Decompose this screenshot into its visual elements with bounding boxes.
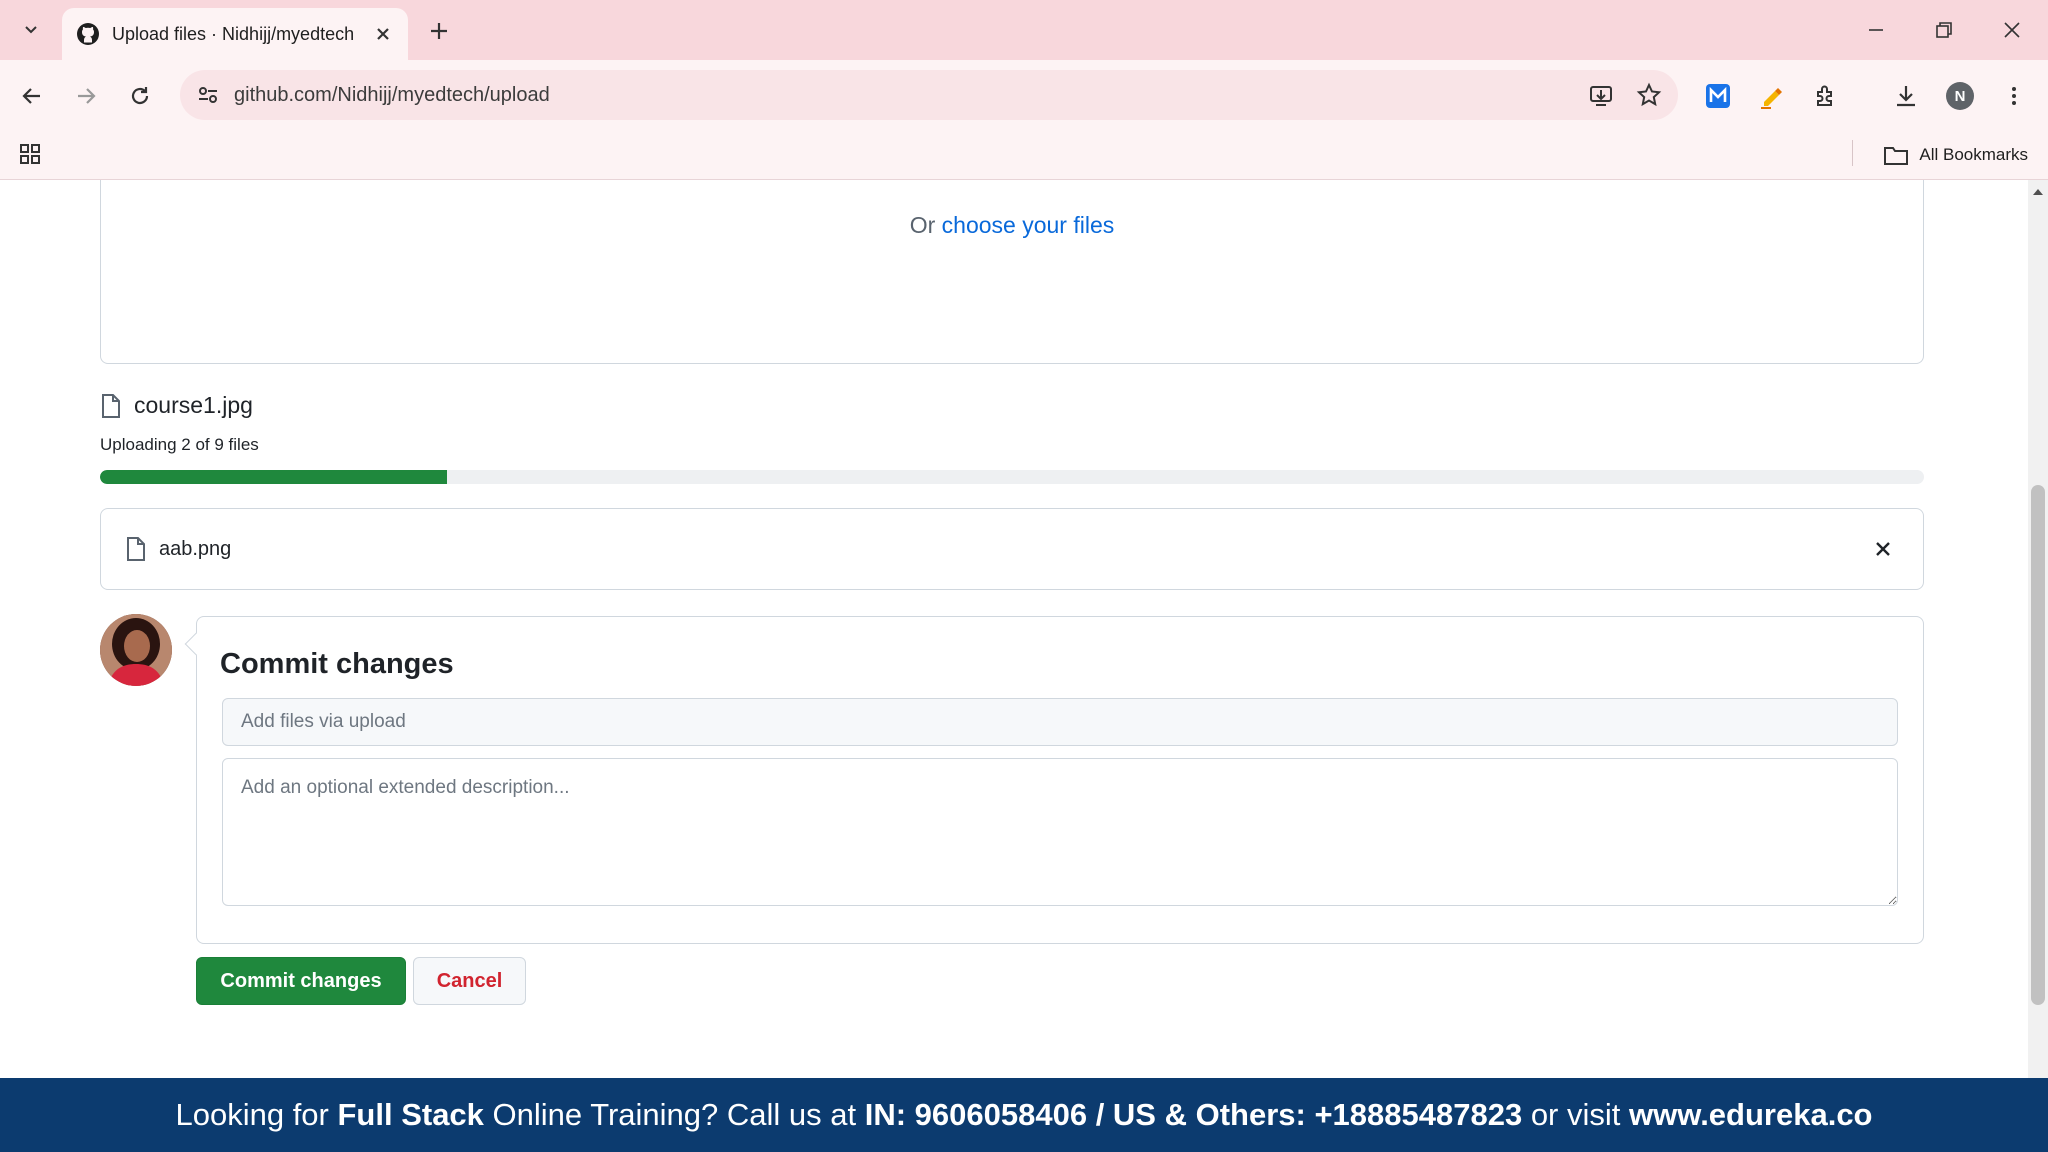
promo-banner: Looking for Full Stack Online Training? … — [0, 1078, 2048, 1152]
forward-button[interactable] — [68, 78, 104, 114]
extensions-button[interactable] — [1808, 78, 1844, 114]
url-text: github.com/Nidhijj/myedtech/upload — [234, 83, 550, 106]
minimize-button[interactable] — [1854, 10, 1898, 50]
file-list-item: aab.png — [100, 508, 1924, 590]
highlighter-extension-button[interactable] — [1754, 78, 1790, 114]
tab-active[interactable]: Upload files · Nidhijj/myedtech — [62, 8, 408, 60]
bookmarks-bar — [0, 130, 2048, 180]
banner-text-3: or visit — [1522, 1097, 1629, 1132]
file-name: aab.png — [159, 537, 232, 560]
extension-m-icon — [1706, 84, 1730, 108]
bookmarks-separator — [1852, 140, 1853, 166]
reload-icon — [131, 87, 149, 105]
highlighter-icon — [1761, 88, 1782, 109]
download-icon — [1897, 86, 1915, 107]
install-app-icon[interactable] — [1588, 82, 1614, 108]
cancel-button[interactable]: Cancel — [413, 957, 526, 1005]
plus-icon — [431, 23, 447, 39]
close-window-icon — [2004, 22, 2020, 38]
file-icon — [102, 393, 120, 418]
downloads-button[interactable] — [1888, 78, 1924, 114]
all-bookmarks-label: All Bookmarks — [1919, 145, 2028, 164]
restore-button[interactable] — [1922, 10, 1966, 50]
scrollbar-thumb[interactable] — [2031, 485, 2045, 1005]
profile-button[interactable]: N — [1942, 78, 1978, 114]
page-content: Or choose your files course1.jpg Uploadi… — [0, 180, 2028, 1078]
close-window-button[interactable] — [1990, 10, 2034, 50]
upload-progress-bar — [100, 470, 1924, 484]
file-icon — [127, 537, 145, 561]
kebab-menu-icon — [2012, 87, 2016, 105]
forward-icon — [78, 88, 96, 104]
uploading-file: course1.jpg — [100, 392, 253, 419]
commit-summary-input[interactable] — [222, 698, 1898, 746]
site-settings-icon[interactable] — [196, 83, 220, 107]
banner-website: www.edureka.co — [1629, 1097, 1873, 1132]
choose-files-line: Or choose your files — [101, 212, 1923, 239]
commit-title: Commit changes — [220, 648, 454, 680]
extension-m-button[interactable] — [1700, 78, 1736, 114]
restore-icon — [1936, 22, 1952, 38]
commit-changes-button[interactable]: Commit changes — [196, 957, 406, 1005]
scroll-up-icon[interactable] — [2031, 186, 2045, 198]
apps-button[interactable] — [12, 136, 48, 172]
browser-menu-button[interactable] — [1996, 78, 2032, 114]
choose-files-link[interactable]: choose your files — [942, 212, 1115, 238]
github-icon — [77, 23, 99, 45]
upload-progress-fill — [100, 470, 447, 484]
new-tab-button[interactable] — [422, 14, 456, 48]
all-bookmarks-button[interactable]: All Bookmarks — [1883, 138, 2028, 172]
remove-icon — [1876, 542, 1890, 556]
address-bar[interactable]: github.com/Nidhijj/myedtech/upload — [180, 70, 1678, 120]
puzzle-icon — [1817, 85, 1832, 106]
minimize-icon — [1869, 29, 1883, 31]
or-text: Or — [909, 212, 942, 238]
tab-search-button[interactable] — [14, 12, 48, 46]
banner-phones: IN: 9606058406 / US & Others: +188854878… — [864, 1097, 1523, 1132]
upload-status: Uploading 2 of 9 files — [100, 435, 259, 454]
apps-grid-icon — [20, 144, 40, 164]
uploading-file-name: course1.jpg — [134, 392, 253, 418]
star-icon[interactable] — [1636, 82, 1662, 108]
profile-initial: N — [1954, 87, 1966, 105]
banner-text-2: Online Training? Call us at — [483, 1097, 865, 1132]
user-avatar-image — [100, 614, 172, 686]
profile-avatar: N — [1946, 82, 1974, 110]
reload-button[interactable] — [122, 78, 158, 114]
avatar — [100, 614, 172, 686]
tab-title: Upload files · Nidhijj/myedtech — [112, 23, 355, 44]
folder-icon — [1884, 147, 1909, 165]
close-icon[interactable] — [372, 23, 394, 45]
file-drop-zone[interactable]: Or choose your files — [100, 180, 1924, 364]
remove-file-button[interactable] — [1867, 533, 1899, 565]
commit-description-input[interactable] — [222, 758, 1898, 906]
banner-course: Full Stack — [337, 1097, 484, 1132]
back-icon — [22, 88, 40, 104]
back-button[interactable] — [14, 78, 50, 114]
chevron-down-icon — [25, 26, 37, 34]
banner-text-1: Looking for — [175, 1097, 338, 1132]
